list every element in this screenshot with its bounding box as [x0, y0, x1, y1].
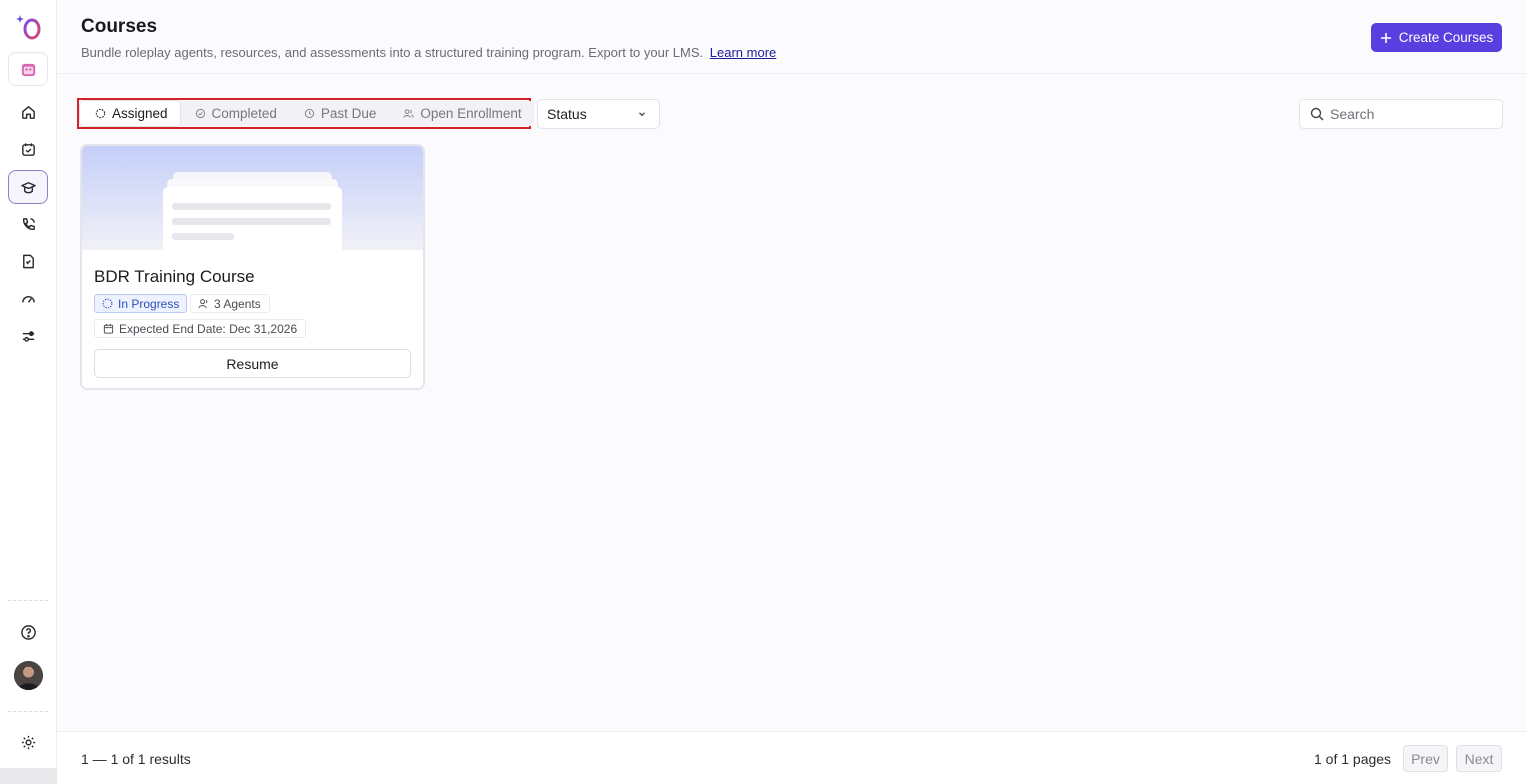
- avatar[interactable]: [14, 661, 43, 690]
- chevron-down-icon: [639, 112, 645, 117]
- page-header: Courses Bundle roleplay agents, resource…: [57, 0, 1526, 74]
- learn-more-link[interactable]: Learn more: [710, 45, 776, 60]
- tab-label: Open Enrollment: [420, 106, 522, 121]
- thumbnail-doc-front: [163, 187, 342, 250]
- document-icon: [22, 254, 34, 268]
- help-icon: [20, 624, 36, 640]
- calendar-icon: [21, 142, 35, 156]
- course-title: BDR Training Course: [94, 267, 255, 286]
- check-circle-icon: [195, 108, 205, 119]
- tab-completed[interactable]: Completed: [180, 101, 289, 126]
- sidebar-divider-bottom: [8, 711, 48, 712]
- gauge-icon: [21, 295, 35, 303]
- sidebar-item-home[interactable]: [8, 95, 48, 129]
- pagination-footer: 1 — 1 of 1 results 1 of 1 pages Prev Nex…: [57, 731, 1526, 784]
- resume-button[interactable]: Resume: [94, 349, 411, 378]
- create-courses-label: Create Courses: [1398, 30, 1494, 45]
- calendar-icon: [103, 323, 114, 334]
- sidebar-item-analytics[interactable]: [8, 282, 48, 316]
- calendar-app-icon: [21, 63, 35, 76]
- sliders-icon: [22, 330, 34, 342]
- tab-label: Assigned: [112, 106, 168, 121]
- search-icon: [1310, 107, 1324, 121]
- prev-page-button[interactable]: Prev: [1403, 745, 1448, 772]
- agents-badge: 3 Agents: [190, 294, 270, 313]
- sidebar-item-filters[interactable]: [8, 319, 48, 353]
- next-page-button[interactable]: Next: [1456, 745, 1502, 772]
- sidebar-help[interactable]: [8, 615, 48, 649]
- status-filter-select[interactable]: Status: [537, 99, 660, 129]
- sidebar: [0, 0, 57, 784]
- loader-icon: [95, 108, 106, 119]
- end-date-badge: Expected End Date: Dec 31,2026: [94, 319, 307, 338]
- home-icon: [21, 105, 35, 119]
- progress-icon: [102, 298, 113, 309]
- create-courses-button[interactable]: Create Courses: [1371, 23, 1502, 52]
- user-photo-icon: [14, 661, 43, 690]
- search-box[interactable]: [1299, 99, 1503, 129]
- graduation-cap-icon: [20, 181, 36, 193]
- search-input[interactable]: [1330, 106, 1490, 122]
- tab-open-enrollment[interactable]: Open Enrollment: [388, 101, 533, 126]
- sidebar-app-switcher[interactable]: [8, 52, 48, 86]
- tab-assigned[interactable]: Assigned: [80, 101, 180, 126]
- users-icon: [403, 109, 414, 118]
- tab-label: Past Due: [320, 106, 377, 121]
- clock-icon: [304, 108, 314, 119]
- page-title: Courses: [81, 16, 158, 37]
- sidebar-settings[interactable]: [8, 725, 48, 759]
- course-card[interactable]: BDR Training Course In Progress 3 Agents…: [80, 144, 425, 390]
- agents-count: 3 Agents: [214, 296, 261, 311]
- tab-label: Completed: [211, 106, 277, 121]
- course-tabs: Assigned Completed Past Due Open Enrollm…: [80, 101, 534, 126]
- page-subtitle: Bundle roleplay agents, resources, and a…: [81, 45, 776, 60]
- sidebar-item-documents[interactable]: [8, 244, 48, 278]
- course-thumbnail: [82, 146, 423, 250]
- tab-past-due[interactable]: Past Due: [289, 101, 389, 126]
- status-badge: In Progress: [94, 294, 188, 313]
- brand-logo[interactable]: [14, 12, 44, 42]
- results-count: 1 — 1 of 1 results: [81, 751, 191, 767]
- phone-icon: [22, 217, 35, 230]
- end-date-text: Expected End Date: Dec 31,2026: [119, 321, 298, 336]
- plus-icon: [1380, 32, 1391, 43]
- status-select-value: Status: [547, 106, 587, 122]
- sidebar-item-calendar[interactable]: [8, 132, 48, 166]
- sidebar-bottom-strip: [0, 768, 57, 784]
- status-badge-label: In Progress: [118, 296, 180, 311]
- sidebar-item-calls[interactable]: [8, 207, 48, 241]
- page-count: 1 of 1 pages: [1314, 751, 1392, 767]
- sidebar-divider: [8, 600, 48, 601]
- user-icon: [198, 299, 208, 309]
- subtitle-text: Bundle roleplay agents, resources, and a…: [81, 45, 704, 60]
- settings-icon: [21, 735, 35, 749]
- sidebar-item-courses[interactable]: [8, 170, 48, 204]
